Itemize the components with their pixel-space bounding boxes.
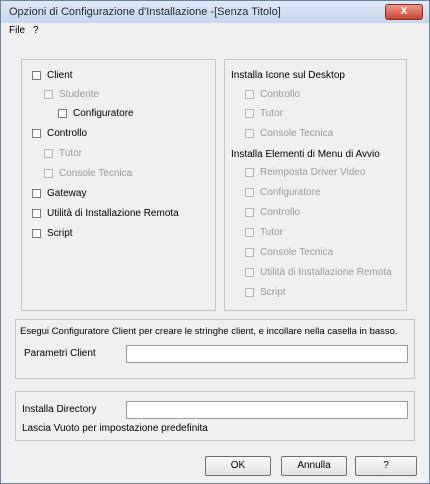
checkbox-label: Tutor — [260, 227, 283, 238]
checkbox-box[interactable] — [245, 248, 254, 257]
checkbox-label: Script — [260, 287, 286, 298]
checkbox-label: Reimposta Driver Video — [260, 167, 366, 178]
checkbox-label: Console Tecnica — [59, 168, 133, 179]
checkbox-box[interactable] — [245, 228, 254, 237]
checkbox-label: Utilità di Installazione Remota — [260, 267, 392, 278]
install-dir-label: Installa Directory — [22, 404, 97, 415]
checkbox-box[interactable] — [245, 168, 254, 177]
install-dir-group: Installa Directory Lascia Vuoto per impo… — [15, 391, 415, 441]
checkbox-box[interactable] — [32, 71, 41, 80]
window-title: Opzioni di Configurazione d'Installazion… — [9, 6, 281, 18]
checkbox-box[interactable] — [245, 208, 254, 217]
checkbox-box[interactable] — [44, 169, 53, 178]
checkbox-label: Script — [47, 228, 73, 239]
shortcuts-group: Installa Icone sul Desktop Controllo Tut… — [224, 59, 407, 311]
dialog-window: Opzioni di Configurazione d'Installazion… — [0, 0, 430, 484]
checkbox-label: Tutor — [260, 108, 283, 119]
close-button[interactable]: X — [385, 4, 423, 20]
checkbox-box[interactable] — [32, 229, 41, 238]
close-icon: X — [400, 6, 408, 17]
checkbox-box[interactable] — [245, 288, 254, 297]
install-dir-input[interactable] — [126, 401, 408, 419]
menu-file[interactable]: File — [9, 25, 25, 36]
checkbox-label: Controllo — [47, 128, 88, 139]
client-params-group: Esegui Configuratore Client per creare l… — [15, 319, 415, 379]
checkbox-label: Gateway — [47, 188, 87, 199]
checkbox-label: Console Tecnica — [260, 128, 334, 139]
menu-bar: File ? — [1, 23, 429, 39]
checkbox-box[interactable] — [245, 188, 254, 197]
annulla-button[interactable]: Annulla — [281, 456, 347, 476]
install-dir-hint: Lascia Vuoto per impostazione predefinit… — [22, 423, 208, 434]
components-group: Client Studente Configuratore Controllo … — [21, 59, 216, 311]
checkbox-box[interactable] — [44, 90, 53, 99]
title-bar: Opzioni di Configurazione d'Installazion… — [1, 1, 429, 24]
checkbox-box[interactable] — [245, 129, 254, 138]
checkbox-box[interactable] — [44, 149, 53, 158]
desktop-icons-heading: Installa Icone sul Desktop — [231, 70, 345, 81]
checkbox-box[interactable] — [245, 90, 254, 99]
client-params-instruction: Esegui Configuratore Client per creare l… — [20, 326, 398, 337]
ok-button[interactable]: OK — [205, 456, 271, 476]
menu-help[interactable]: ? — [33, 25, 39, 36]
checkbox-label: Configuratore — [73, 108, 134, 119]
checkbox-box[interactable] — [32, 209, 41, 218]
checkbox-label: Client — [47, 70, 73, 81]
checkbox-label: Tutor — [59, 148, 82, 159]
checkbox-box[interactable] — [32, 129, 41, 138]
checkbox-box[interactable] — [32, 189, 41, 198]
checkbox-box[interactable] — [245, 268, 254, 277]
checkbox-label: Controllo — [260, 207, 301, 218]
client-params-label: Parametri Client — [24, 348, 96, 359]
start-menu-heading: Installa Elementi di Menu di Avvio — [231, 149, 380, 160]
checkbox-label: Utilità di Installazione Remota — [47, 208, 179, 219]
help-button[interactable]: ? — [355, 456, 417, 476]
client-params-input[interactable] — [126, 345, 408, 363]
checkbox-label: Controllo — [260, 89, 301, 100]
checkbox-label: Configuratore — [260, 187, 321, 198]
checkbox-label: Console Tecnica — [260, 247, 334, 258]
checkbox-box[interactable] — [245, 109, 254, 118]
checkbox-label: Studente — [59, 89, 100, 100]
checkbox-box[interactable] — [58, 109, 67, 118]
